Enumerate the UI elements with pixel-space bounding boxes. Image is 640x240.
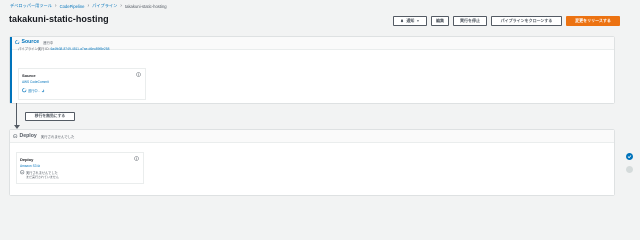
action-deploy-provider-label: Amazon S3 [20,164,37,168]
breadcrumb-codepipeline[interactable]: CodePipeline [60,4,85,9]
breadcrumb: デベロッパー用ツール › CodePipeline › パイプライン › tak… [10,2,167,10]
bell-icon [401,19,404,23]
check-icon [627,155,632,159]
stage-source-status: 進行中 [43,40,54,45]
stage-source: Source 進行中 パイプライン実行 ID: 6a4fb38-8749-451… [10,37,614,103]
edit-label: 編集 [436,18,444,23]
action-source-status: 進行中 - [22,88,45,93]
chevron-right-icon: › [120,2,122,9]
action-deploy-name: Deploy [20,157,34,162]
status-ring-icon [13,134,18,138]
stage-nav-source[interactable] [626,153,633,160]
stage-source-header: Source 進行中 パイプライン実行 ID: 6a4fb38-8749-451… [12,37,614,51]
action-source-provider-link[interactable]: AWS CodeCommit [22,80,49,84]
chevron-right-icon: › [54,2,57,9]
action-deploy-substatus: まだ実行されていません [26,175,59,179]
execution-id: パイプライン実行 ID: 6a4fb38-8749-4511-a7ae-d6ec… [18,46,109,51]
breadcrumb-pipelines[interactable]: パイプライン [92,3,117,9]
stop-label: 実行を停止 [460,18,480,23]
stage-deploy-name: Deploy [19,133,37,139]
execution-id-label: パイプライン実行 ID: [18,47,50,51]
page-title: takakuni-static-hosting [9,14,109,24]
action-card-deploy: Deploy Amazon S3 ⧉ 実行されませんでした まだ実行されていませ… [16,152,144,184]
external-link-icon: ⧉ [37,164,40,168]
stage-deploy-status: 実行されませんでした [40,134,75,139]
info-icon[interactable] [134,156,139,161]
refresh-icon[interactable] [41,88,45,93]
action-deploy-provider-link[interactable]: Amazon S3 ⧉ [20,164,40,168]
action-source-status-label: 進行中 - [28,89,40,93]
info-icon[interactable] [136,72,141,77]
action-source-name: Source [22,73,36,78]
notify-button[interactable]: 通知 ▼ [393,16,427,26]
disable-transition-button[interactable]: 移行を無効にする [25,112,75,121]
release-label: 変更をリリースする [575,18,611,23]
stage-deploy-header: Deploy 実行されませんでした [10,130,614,143]
notify-label: 通知 [406,18,415,23]
stage-source-name: Source [21,39,40,45]
status-ring-icon [15,39,20,45]
status-ring-icon [20,170,25,175]
status-ring-icon [22,88,27,93]
stage-nav-deploy[interactable] [626,166,633,173]
breadcrumb-current: takakuni-static-hosting [124,3,167,9]
breadcrumb-developer-tools[interactable]: デベロッパー用ツール [10,3,52,9]
chevron-right-icon: › [87,2,90,9]
caret-down-icon: ▼ [416,19,420,23]
clone-pipeline-button[interactable]: パイプラインをクローンする [491,16,562,26]
execution-id-link[interactable]: 6a4fb38-8749-4511-a7ae-d6ec89f8e258 [50,47,109,51]
transition-line [16,103,17,127]
stop-execution-button[interactable]: 実行を停止 [453,16,487,26]
release-change-button[interactable]: 変更をリリースする [566,16,620,26]
edit-button[interactable]: 編集 [431,16,449,26]
arrow-down-icon [13,125,20,129]
stage-deploy: Deploy 実行されませんでした Deploy Amazon S3 ⧉ 実行さ… [10,130,614,195]
clone-label: パイプラインをクローンする [500,18,553,23]
action-card-source: Source AWS CodeCommit 進行中 - [18,68,146,100]
